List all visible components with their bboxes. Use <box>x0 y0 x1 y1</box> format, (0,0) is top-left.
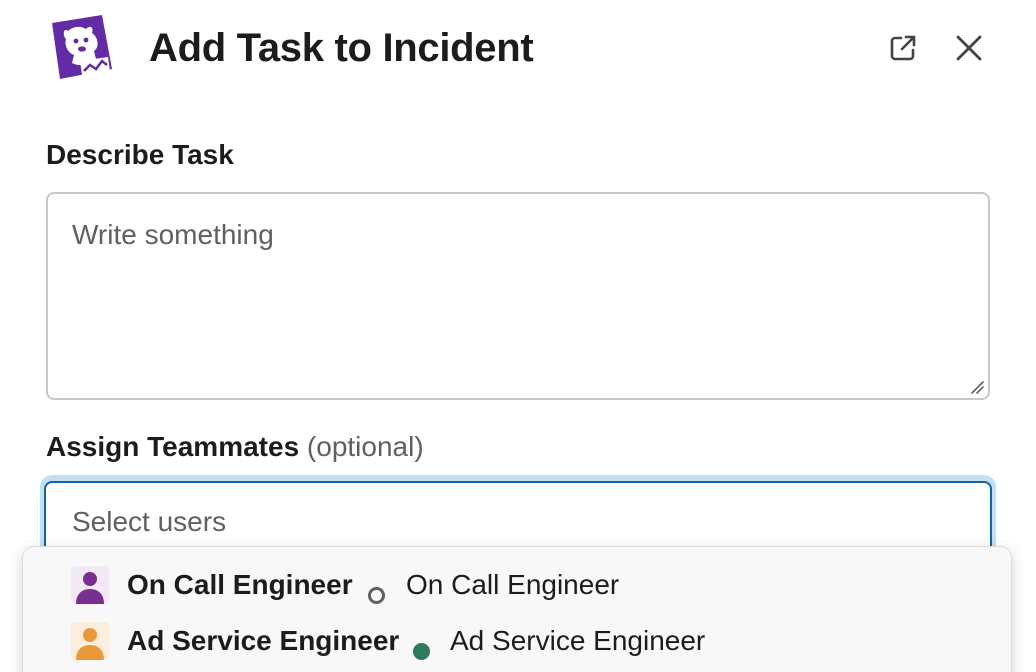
away-status-icon <box>368 587 385 604</box>
datadog-logo-icon <box>50 13 116 83</box>
resize-handle-icon[interactable] <box>969 379 985 395</box>
external-link-icon[interactable] <box>883 28 923 68</box>
option-name: On Call Engineer <box>127 569 353 600</box>
optional-hint: (optional) <box>306 431 424 462</box>
user-option-ad-service-engineer[interactable]: Ad Service Engineer Ad Service Engineer <box>23 613 1013 669</box>
assign-teammates-label: Assign Teammates (optional) <box>46 430 424 464</box>
describe-task-label: Describe Task <box>46 139 234 170</box>
users-dropdown: On Call Engineer On Call Engineer Ad Ser… <box>22 546 1012 672</box>
option-subtitle: On Call Engineer <box>406 569 620 600</box>
avatar <box>71 566 109 604</box>
option-name: Ad Service Engineer <box>127 625 400 656</box>
describe-task-textarea[interactable]: Write something <box>46 192 990 400</box>
describe-task-placeholder: Write something <box>72 219 274 250</box>
select-users-placeholder: Select users <box>72 506 227 537</box>
modal-header: Add Task to Incident <box>0 0 1036 100</box>
option-subtitle: Ad Service Engineer <box>450 625 706 656</box>
active-status-icon <box>413 643 430 660</box>
modal-title: Add Task to Incident <box>149 26 534 70</box>
avatar <box>71 622 109 660</box>
user-option-on-call-engineer[interactable]: On Call Engineer On Call Engineer <box>23 557 1013 613</box>
close-icon[interactable] <box>949 28 989 68</box>
assign-teammates-label-text: Assign Teammates <box>46 431 300 462</box>
